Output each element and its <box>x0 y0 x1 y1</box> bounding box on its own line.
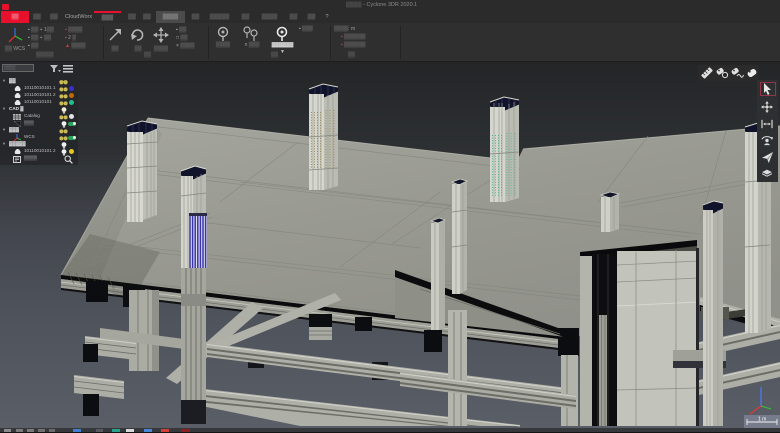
svg-text:1 m: 1 m <box>758 417 766 423</box>
